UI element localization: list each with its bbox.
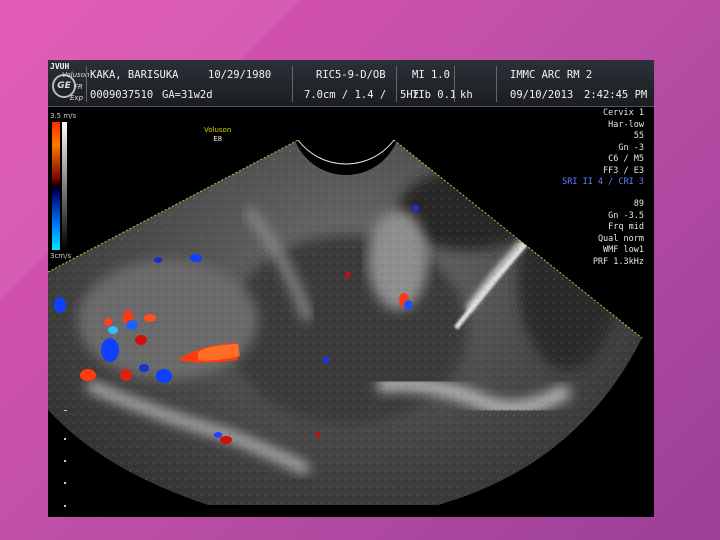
voluson-line-2: E8 — [213, 135, 223, 143]
ultrasound-screen: JVUH GE Voluson FR Exp KAKA, BARISUKA 10… — [48, 60, 654, 517]
param-item: Gn -3 — [618, 142, 644, 153]
gray-scale-bar — [62, 122, 67, 250]
param-item: Qual norm — [597, 233, 644, 244]
probe-label: RIC5-9-D/OB — [316, 69, 386, 81]
velocity-scale-top: 3.5 m/s — [50, 112, 77, 120]
patient-dob: 10/29/1980 — [208, 69, 272, 81]
ultrasound-image — [48, 139, 643, 507]
params-sri: SRI II 4 / CRI 3 — [562, 177, 644, 187]
param-item: WMF low1 — [603, 245, 644, 255]
header-bar: JVUH GE Voluson FR Exp KAKA, BARISUKA 10… — [48, 60, 654, 107]
param-item: 55 — [633, 131, 644, 141]
depth-info: 7.0cm / 1.4 / — [304, 89, 387, 101]
param-item: PRF 1.3kHz — [592, 256, 644, 267]
param-item: Har-low — [608, 119, 644, 130]
param-item: Gn -3.5 — [608, 210, 644, 221]
mi-value: MI 1.0 — [412, 69, 450, 81]
corner-label: JVUH — [50, 62, 70, 71]
params-bottom: 89 Gn -3.5 Frq mid Qual norm WMF low1 PR… — [593, 199, 644, 268]
patient-name: KAKA, BARISUKA — [90, 69, 179, 81]
institution-label: IMMC ARC RM 2 — [510, 69, 593, 81]
corner-line-2: FR — [74, 83, 83, 91]
velocity-scale-bottom: 3cm/s — [50, 252, 72, 260]
color-velocity-scale — [52, 122, 60, 250]
gestational-age: GA=31w2d — [162, 89, 213, 101]
voluson-label: Voluson E8 — [204, 126, 231, 144]
param-item: C6 / M5 — [608, 154, 644, 164]
patient-id: 0009037510 — [90, 89, 154, 101]
param-item: Frq mid — [608, 222, 644, 232]
operator-initials: kh — [460, 89, 473, 101]
corner-line-3: Exp — [70, 94, 84, 102]
exam-date: 09/10/2013 — [510, 89, 574, 101]
tib-value: TIb 0.1 — [412, 89, 457, 101]
param-item: 89 — [633, 199, 644, 209]
params-top: Cervix 1 Har-low 55 Gn -3 C6 / M5 FF3 / … — [603, 108, 644, 177]
exam-time: 2:42:45 PM — [584, 89, 648, 101]
param-item: FF3 / E3 — [603, 165, 644, 176]
param-item: Cervix 1 — [603, 108, 644, 118]
voluson-line-1: Voluson — [204, 126, 232, 134]
